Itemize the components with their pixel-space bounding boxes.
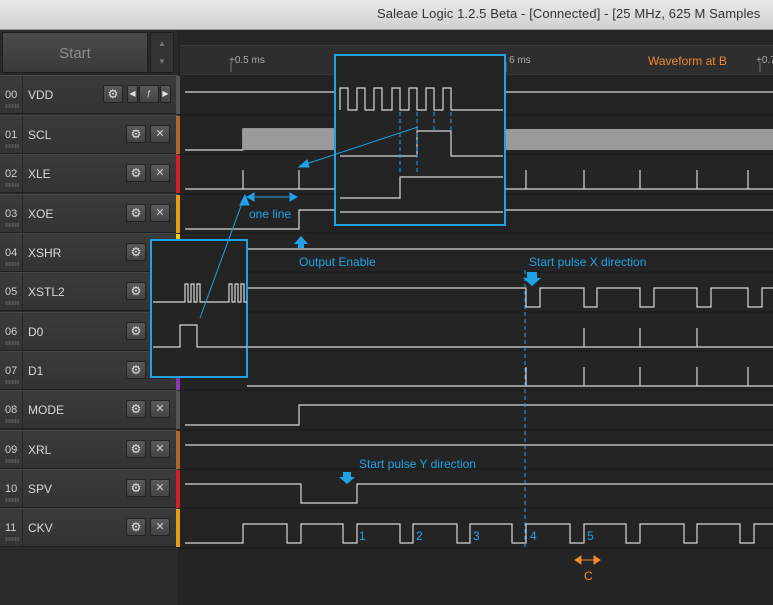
signal-spv (185, 483, 773, 504)
signal-d0 (247, 328, 773, 348)
signal-d1 (247, 367, 773, 387)
start-pulse-x-label: Start pulse X direction (529, 255, 646, 269)
output-enable-label: Output Enable (299, 255, 376, 269)
clock-number-3: 3 (473, 529, 480, 543)
signal-mode (185, 404, 773, 426)
signal-xle-right (505, 170, 773, 190)
clock-number-5: 5 (587, 529, 594, 543)
c-label: C (584, 569, 593, 583)
one-line-label: one line (249, 207, 291, 221)
scl-burst-left (243, 129, 335, 150)
signal-xstl2 (247, 287, 773, 308)
arrow-markers (294, 236, 541, 484)
c-arrow (574, 555, 601, 565)
start-pulse-y-label: Start pulse Y direction (359, 457, 476, 471)
scl-burst-right (505, 129, 773, 150)
clock-number-1: 1 (359, 529, 366, 543)
waveform-b-label: Waveform at B (648, 54, 727, 68)
zoom-box-b (334, 54, 506, 226)
signal-xle (185, 170, 335, 190)
zoom-box-left (150, 239, 248, 378)
clock-number-4: 4 (530, 529, 537, 543)
waveform-canvas: Waveform at B one line Output Enable Sta… (150, 54, 773, 583)
clock-number-2: 2 (416, 529, 423, 543)
